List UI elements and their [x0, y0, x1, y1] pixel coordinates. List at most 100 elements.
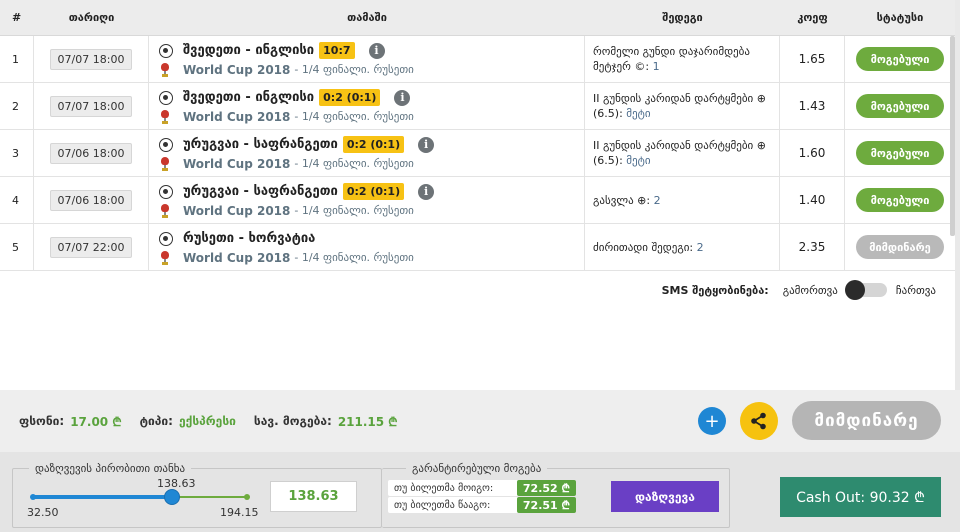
row-market-cell: გასვლა ⊕: 2	[585, 177, 780, 223]
match-line: რუსეთი - ხორვატია	[159, 229, 315, 249]
match-teams[interactable]: რუსეთი - ხორვატია	[183, 231, 315, 246]
market-value: მეტი	[626, 154, 651, 167]
cashout-button[interactable]: Cash Out: 90.32 ₾	[780, 477, 941, 517]
status-badge[interactable]: მოგებული	[856, 188, 944, 212]
match-teams[interactable]: ურუგვაი - საფრანგეთი	[183, 137, 338, 152]
insure-button[interactable]: დაზღვევა	[611, 481, 719, 512]
table-row: 5 07/07 22:00 რუსეთი - ხორვატია World Cup 2…	[0, 224, 955, 271]
stake-summary: ფსონი: 17.00 ₾	[19, 413, 122, 430]
row-match-cell: ურუგვაი - საფრანგეთი 0:2 (0:1) i World Cup …	[149, 130, 585, 176]
match-line: შვედეთი - ინგლისი 10:7 i	[159, 41, 385, 61]
ticket-panel: # თარიღი თამაში შედეგი კოეფ სტატუსი 1 07/…	[0, 0, 960, 532]
type-value: ექსპრესი	[178, 414, 236, 428]
row-number: 3	[0, 130, 34, 176]
info-icon[interactable]: i	[418, 136, 435, 153]
sms-toggle-knob[interactable]	[844, 280, 865, 300]
market-text: გასვლა ⊕: 2	[593, 193, 661, 208]
row-date: 07/07 18:00	[49, 95, 133, 117]
market-value: 2	[696, 240, 704, 254]
header-num: #	[12, 11, 22, 24]
soccer-ball-icon	[159, 90, 173, 105]
row-date-cell: 07/06 18:00	[34, 177, 149, 223]
row-odds: 2.35	[780, 224, 845, 270]
match-teams[interactable]: შვედეთი - ინგლისი	[183, 90, 314, 105]
sms-off-label: გამორთვა	[782, 283, 838, 297]
row-odds: 1.43	[780, 83, 845, 129]
soccer-ball-icon	[159, 137, 173, 152]
match-line: შვედეთი - ინგლისი 0:2 (0:1) i	[159, 88, 411, 108]
trophy-icon	[159, 203, 171, 218]
table-header: # თარიღი თამაში შედეგი კოეფ სტატუსი	[0, 0, 955, 36]
current-status-button[interactable]: მიმდინარე	[792, 401, 941, 440]
possible-win-label: სავ. მოგება:	[253, 414, 332, 428]
possible-win-summary: სავ. მოგება: 211.15 ₾	[254, 413, 398, 430]
slider-max-dot	[244, 494, 250, 500]
share-button[interactable]	[740, 402, 778, 440]
trophy-icon	[159, 156, 171, 171]
slider-current-value: 138.63	[157, 477, 196, 490]
market-name: გასვლა ⊕:	[593, 193, 651, 207]
insurance-amount-input[interactable]: 138.63	[270, 481, 357, 512]
league-line: World Cup 2018- 1/4 ფინალი. რუსეთი	[159, 109, 414, 125]
table-row: 1 07/07 18:00 შვედეთი - ინგლისი 10:7 i World …	[0, 36, 955, 83]
league-stage: - 1/4 ფინალი. რუსეთი	[294, 110, 414, 123]
header-market: შედეგი	[662, 11, 703, 24]
insurance-slider[interactable]	[30, 489, 250, 505]
market-value: 2	[653, 193, 661, 207]
market-text: ძირითადი შედეგი: 2	[593, 240, 704, 255]
trophy-icon	[159, 62, 171, 77]
row-market-cell: რომელი გუნდი დაჯარიმდება მეტჯერ ©: 1	[585, 36, 780, 82]
stake-value: 17.00 ₾	[70, 414, 122, 429]
info-icon[interactable]: i	[368, 42, 385, 59]
match-score: 0:2 (0:1)	[342, 183, 405, 200]
soccer-ball-icon	[159, 43, 173, 58]
status-badge[interactable]: მოგებული	[856, 47, 944, 71]
guarantee-lose-label: თუ ბილეთმა წააგო:	[394, 499, 491, 511]
row-odds: 1.60	[780, 130, 845, 176]
guarantee-if-lose: თუ ბილეთმა წააგო: 72.51 ₾	[388, 497, 576, 513]
league-stage: - 1/4 ფინალი. რუსეთი	[294, 204, 414, 217]
row-date: 07/06 18:00	[49, 142, 133, 164]
soccer-ball-icon	[159, 231, 173, 246]
sms-label: SMS შეტყობინება:	[661, 283, 769, 297]
slider-thumb[interactable]	[164, 489, 181, 505]
sms-notification-toggle-bar: SMS შეტყობინება: გამორთვა ჩართვა	[661, 280, 936, 300]
info-icon[interactable]: i	[394, 89, 411, 106]
row-odds: 1.65	[780, 36, 845, 82]
stake-label: ფსონი:	[19, 414, 65, 428]
table-row: 4 07/06 18:00 ურუგვაი - საფრანგეთი 0:2 (0:1…	[0, 177, 955, 224]
match-teams[interactable]: შვედეთი - ინგლისი	[183, 43, 314, 58]
status-badge[interactable]: მოგებული	[856, 94, 944, 118]
match-teams[interactable]: ურუგვაი - საფრანგეთი	[183, 184, 338, 199]
row-date-cell: 07/06 18:00	[34, 130, 149, 176]
league-line: World Cup 2018- 1/4 ფინალი. რუსეთი	[159, 250, 414, 266]
trophy-icon	[159, 109, 171, 124]
row-number: 1	[0, 36, 34, 82]
league-stage: - 1/4 ფინალი. რუსეთი	[294, 157, 414, 170]
row-date: 07/06 18:00	[49, 189, 133, 211]
table-row: 3 07/06 18:00 ურუგვაი - საფრანგეთი 0:2 (0:1…	[0, 130, 955, 177]
match-score: 10:7	[319, 42, 355, 59]
sms-on-label: ჩართვა	[895, 283, 936, 297]
row-date-cell: 07/07 18:00	[34, 83, 149, 129]
add-button[interactable]: +	[698, 407, 726, 435]
league-name: World Cup 2018	[183, 203, 291, 218]
info-icon[interactable]: i	[418, 183, 435, 200]
type-label: ტიპი:	[139, 414, 173, 428]
status-badge[interactable]: მიმდინარე	[856, 235, 944, 259]
match-line: ურუგვაი - საფრანგეთი 0:2 (0:1) i	[159, 182, 435, 202]
status-badge[interactable]: მოგებული	[856, 141, 944, 165]
insurance-amount-legend: დაზღვევის პირობითი თანხა	[29, 462, 192, 475]
slider-max-value: 194.15	[220, 506, 259, 519]
row-status-cell: მიმდინარე	[845, 224, 955, 270]
scrollbar[interactable]	[950, 36, 955, 236]
row-match-cell: შვედეთი - ინგლისი 10:7 i World Cup 2018- 1/…	[149, 36, 585, 82]
header-date: თარიღი	[68, 11, 115, 24]
market-value: 1	[652, 60, 660, 73]
row-status-cell: მოგებული	[845, 83, 955, 129]
header-status: სტატუსი	[876, 11, 924, 24]
league-line: World Cup 2018- 1/4 ფინალი. რუსეთი	[159, 156, 414, 172]
league-name: World Cup 2018	[183, 250, 291, 265]
sms-toggle[interactable]	[844, 280, 887, 300]
slider-min-value: 32.50	[27, 506, 59, 519]
